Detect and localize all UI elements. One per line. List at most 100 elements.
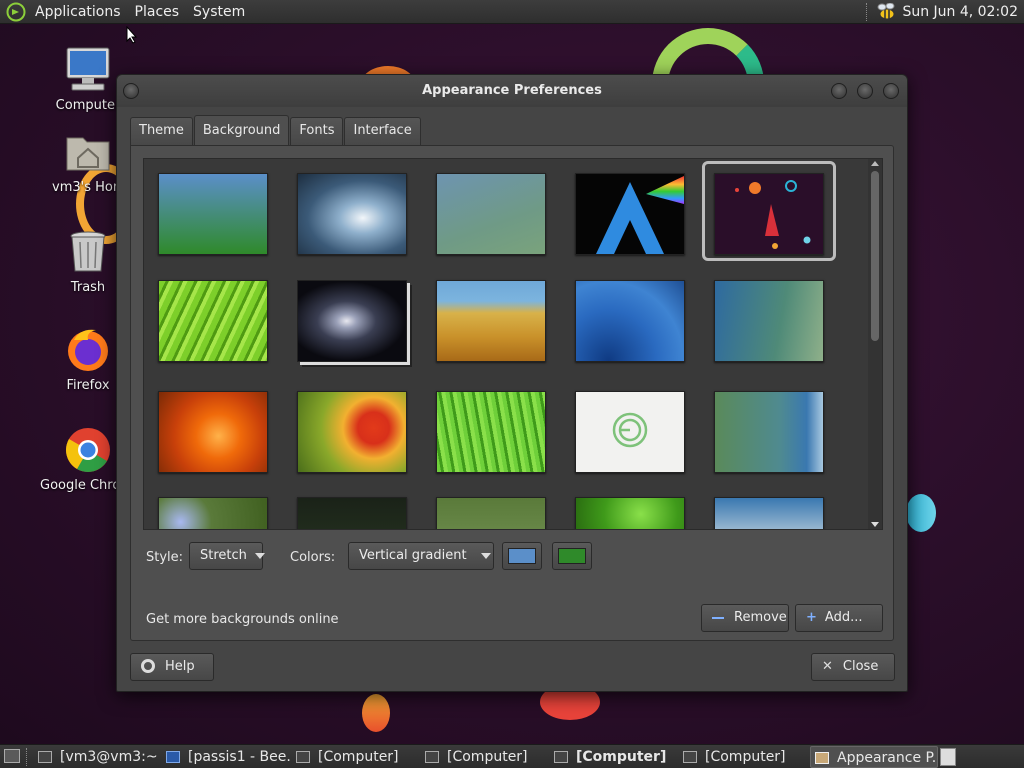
appearance-icon — [815, 752, 829, 764]
computer-icon — [425, 751, 439, 763]
wallpaper-thumbnail[interactable] — [297, 173, 407, 255]
wallpaper-thumbnail[interactable] — [158, 497, 268, 529]
wallpaper-thumbnail[interactable] — [436, 497, 546, 529]
close-button[interactable]: ✕ Close — [811, 653, 895, 681]
panel-separator — [26, 748, 28, 766]
home-folder-icon — [64, 128, 112, 176]
window-titlebar[interactable]: Appearance Preferences — [117, 75, 907, 107]
taskbar-item-label: Appearance P... — [837, 750, 938, 766]
taskbar-item-computer-active[interactable]: [Computer] — [554, 746, 678, 768]
minus-icon — [712, 616, 724, 619]
chrome-icon — [64, 426, 112, 474]
close-window-button[interactable] — [883, 83, 899, 99]
trash-icon — [64, 228, 112, 276]
taskbar-item-terminal[interactable]: [vm3@vm3:~] — [38, 746, 158, 768]
taskbar-item-label: [Computer] — [447, 749, 528, 765]
wallpaper-blob — [906, 494, 936, 532]
taskbar-item-computer[interactable]: [Computer] — [425, 746, 549, 768]
show-desktop-icon[interactable] — [4, 749, 20, 763]
colors-dropdown[interactable]: Vertical gradient — [348, 542, 494, 570]
primary-color-button[interactable] — [502, 542, 542, 570]
wallpaper-thumbnail[interactable] — [158, 391, 268, 473]
close-button-label: Close — [842, 659, 879, 674]
plus-icon: + — [806, 610, 817, 625]
scroll-up-arrow-icon[interactable] — [871, 161, 879, 166]
taskbar-item-beekeeper[interactable]: [passis1 - Bee... — [166, 746, 290, 768]
tab-bar: Theme Background Fonts Interface — [130, 115, 422, 145]
style-label: Style: — [146, 550, 184, 565]
tab-theme[interactable]: Theme — [130, 117, 193, 145]
colors-label: Colors: — [290, 550, 336, 565]
secondary-color-swatch — [558, 548, 586, 564]
computer-icon — [554, 751, 568, 763]
panel-separator — [866, 2, 868, 21]
minimize-button[interactable] — [831, 83, 847, 99]
wallpaper-gallery — [143, 158, 883, 530]
wallpaper-thumbnail[interactable] — [297, 280, 407, 362]
wallpaper-thumbnail[interactable] — [297, 497, 407, 529]
chevron-down-icon — [480, 552, 491, 559]
help-button-label: Help — [165, 659, 195, 674]
mate-logo-icon[interactable] — [6, 2, 26, 22]
wallpaper-thumbnail[interactable] — [297, 391, 407, 473]
wallpaper-thumbnail-selected[interactable] — [714, 173, 824, 255]
wallpaper-thumbnail[interactable] — [714, 280, 824, 362]
scroll-down-arrow-icon[interactable] — [871, 522, 879, 527]
window-menu-button[interactable] — [123, 83, 139, 99]
secondary-color-button[interactable] — [552, 542, 592, 570]
wallpaper-thumbnail[interactable] — [575, 497, 685, 529]
bee-tray-icon[interactable] — [876, 2, 896, 21]
remove-button[interactable]: Remove — [701, 604, 789, 632]
bottom-panel: [vm3@vm3:~] [passis1 - Bee... [Computer]… — [0, 744, 1024, 768]
chevron-down-icon — [254, 552, 265, 559]
style-dropdown-value: Stretch — [200, 548, 247, 563]
workspace-switcher[interactable] — [940, 748, 956, 766]
taskbar-item-label: [Computer] — [705, 749, 786, 765]
wallpaper-thumbnail[interactable] — [575, 173, 685, 255]
maximize-button[interactable] — [857, 83, 873, 99]
desktop-icon-label: Google Chrome — [40, 478, 122, 493]
menu-places[interactable]: Places — [128, 0, 187, 24]
help-lifebuoy-icon — [141, 658, 155, 673]
scrollbar-thumb[interactable] — [871, 171, 879, 341]
top-panel: Applications Places System Sun Jun 4, 02… — [0, 0, 1024, 24]
app-icon — [166, 751, 180, 763]
style-dropdown[interactable]: Stretch — [189, 542, 265, 570]
primary-color-swatch — [508, 548, 536, 564]
desktop-icon-label: vm3's Home — [52, 180, 124, 195]
computer-icon — [683, 751, 697, 763]
menu-applications[interactable]: Applications — [28, 0, 128, 24]
gallery-scrollbar[interactable] — [868, 159, 882, 529]
wallpaper-thumbnail[interactable] — [436, 173, 546, 255]
clock[interactable]: Sun Jun 4, 02:02 — [902, 4, 1020, 20]
tab-interface[interactable]: Interface — [344, 117, 421, 145]
more-backgrounds-link[interactable]: Get more backgrounds online — [146, 612, 339, 627]
close-x-icon: ✕ — [822, 659, 833, 674]
mouse-cursor-icon — [126, 26, 138, 44]
wallpaper-thumbnail[interactable] — [158, 280, 268, 362]
wallpaper-thumbnail[interactable] — [714, 497, 824, 529]
taskbar-item-computer[interactable]: [Computer] — [296, 746, 420, 768]
taskbar-item-appearance[interactable]: Appearance P... — [810, 746, 938, 768]
computer-icon — [296, 751, 310, 763]
window-title: Appearance Preferences — [422, 83, 602, 98]
taskbar-item-computer[interactable]: [Computer] — [683, 746, 807, 768]
tab-background[interactable]: Background — [193, 115, 290, 145]
menu-system[interactable]: System — [186, 0, 252, 24]
wallpaper-thumbnail[interactable] — [158, 173, 268, 255]
wallpaper-thumbnail[interactable] — [575, 391, 685, 473]
wallpaper-thumbnail[interactable] — [436, 280, 546, 362]
wallpaper-thumbnail[interactable] — [714, 391, 824, 473]
add-button[interactable]: + Add... — [795, 604, 883, 632]
wallpaper-thumbnail[interactable] — [436, 391, 546, 473]
tab-fonts[interactable]: Fonts — [290, 117, 344, 145]
remove-button-label: Remove — [734, 610, 787, 625]
firefox-icon — [64, 326, 112, 374]
appearance-preferences-window: Appearance Preferences Theme Background … — [116, 74, 908, 692]
taskbar-item-label: [vm3@vm3:~] — [60, 749, 158, 765]
wallpaper-thumbnail[interactable] — [575, 280, 685, 362]
taskbar-item-label: [passis1 - Bee... — [188, 749, 290, 765]
taskbar-item-label: [Computer] — [318, 749, 399, 765]
help-button[interactable]: Help — [130, 653, 214, 681]
panel-tray: Sun Jun 4, 02:02 — [866, 2, 1024, 21]
